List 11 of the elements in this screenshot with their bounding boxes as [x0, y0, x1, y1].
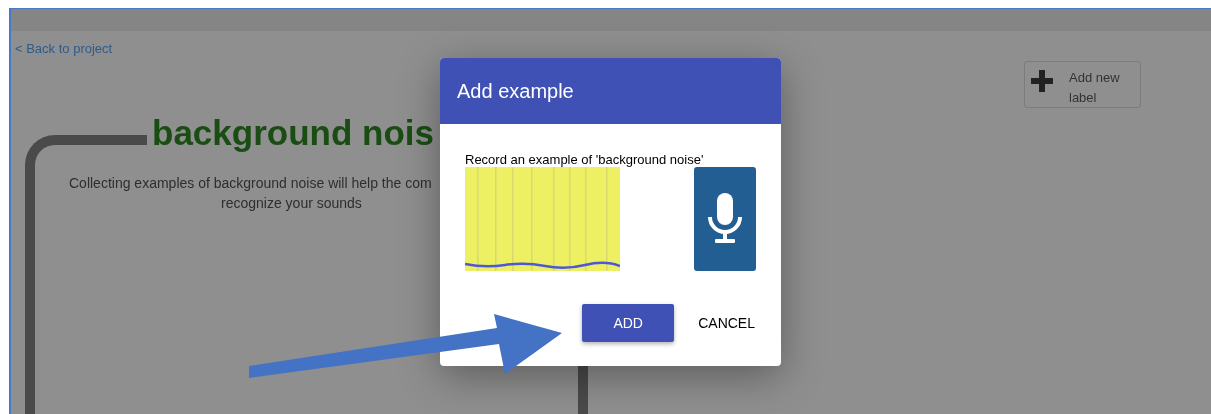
microphone-button[interactable] — [694, 167, 756, 271]
dialog-title: Add example — [457, 79, 574, 104]
microphone-icon — [707, 193, 743, 245]
label-title: background nois — [152, 111, 434, 154]
add-label-button[interactable]: Add new label — [1024, 61, 1141, 108]
description-text: Collecting examples of background noise will help the com — [69, 173, 433, 193]
plus-icon — [1031, 70, 1053, 92]
prompt-text: Record an example of 'background noise' — [465, 152, 705, 167]
cancel-button[interactable]: CANCEL — [698, 304, 755, 342]
add-button[interactable]: ADD — [582, 304, 675, 342]
description-text: recognize your sounds — [221, 193, 363, 213]
